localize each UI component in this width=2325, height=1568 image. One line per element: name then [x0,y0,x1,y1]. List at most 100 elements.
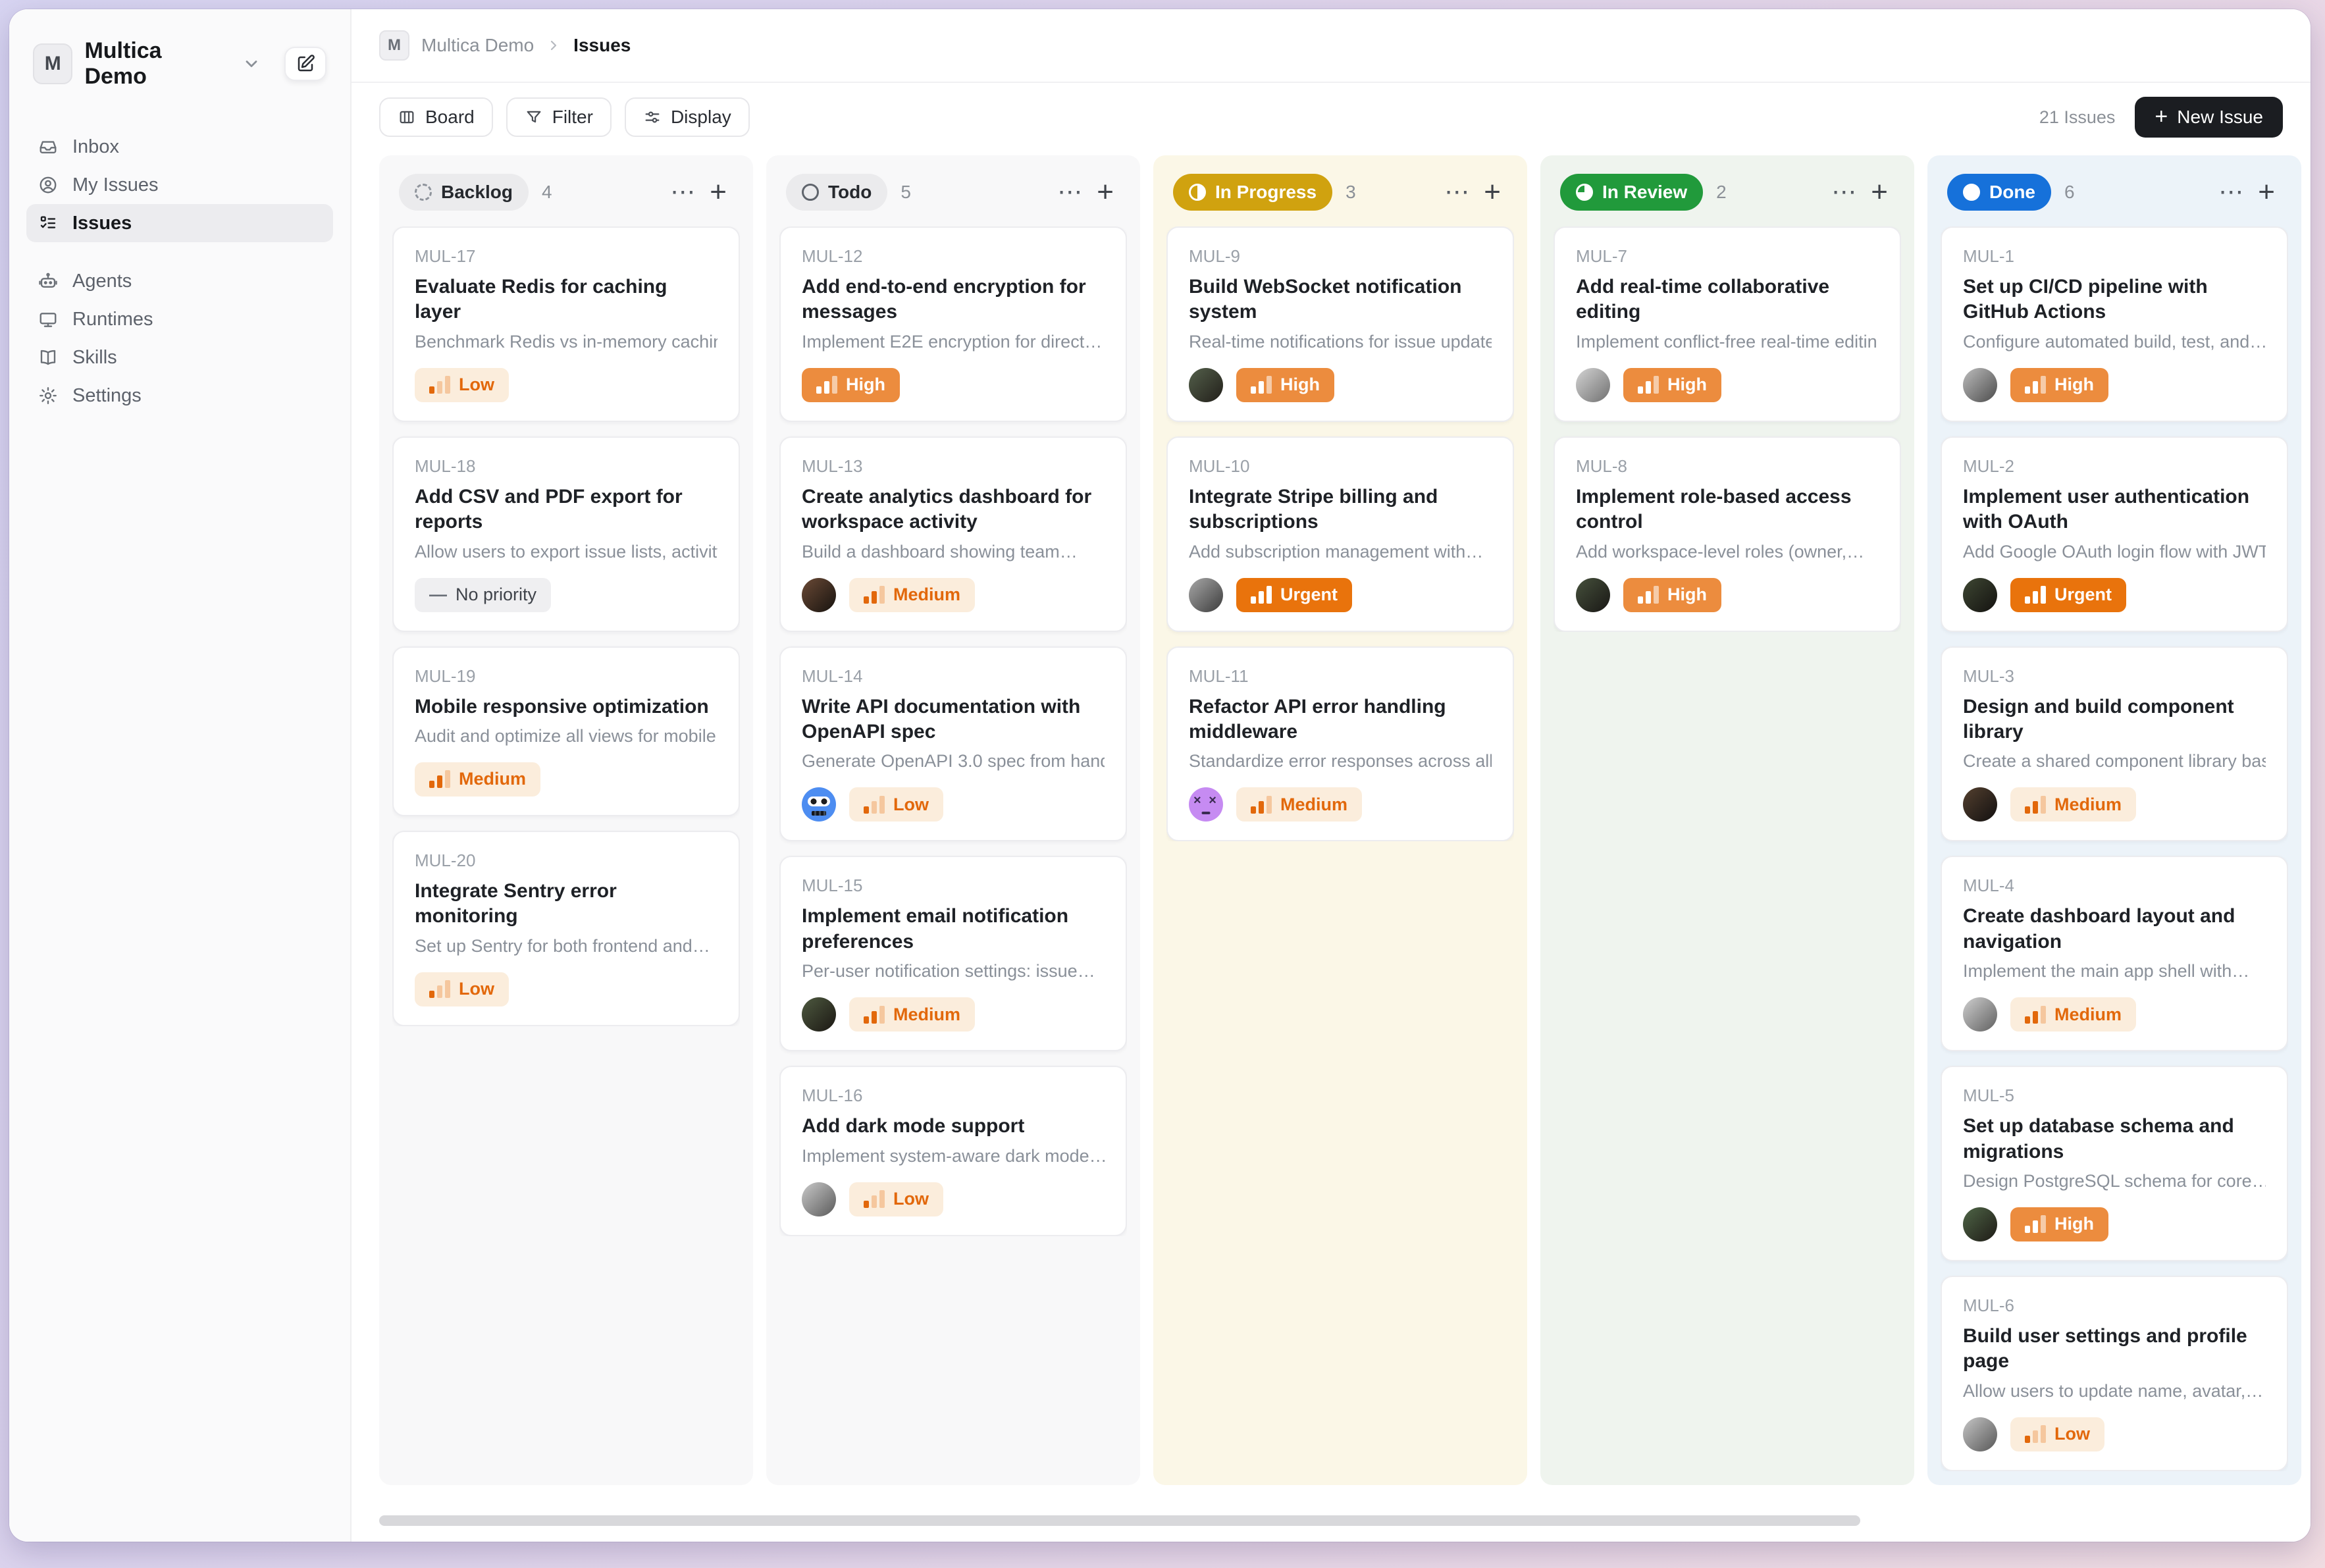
sidebar-item-issues[interactable]: Issues [26,204,333,242]
column-add-button[interactable]: + [1090,178,1120,207]
filter-button[interactable]: Filter [506,97,612,137]
column-add-button[interactable]: + [1864,178,1894,207]
issue-title: Implement user authentication with OAuth [1963,484,2266,535]
priority-badge: — Medium [2010,997,2136,1032]
issue-card[interactable]: MUL-2 Implement user authentication with… [1941,436,2288,632]
issue-card[interactable]: MUL-3 Design and build component library… [1941,646,2288,842]
priority-badge: — Medium [849,578,975,612]
priority-label: Low [2054,1424,2090,1444]
issue-meta: — Low [415,368,718,402]
column-header: In Progress 3 ⋯ + [1166,169,1514,226]
inbox-icon [38,137,58,157]
filter-label: Filter [552,107,593,128]
issue-card[interactable]: MUL-18 Add CSV and PDF export for report… [392,436,740,632]
status-icon [1963,184,1980,201]
issue-title: Integrate Sentry error monitoring [415,879,718,929]
issue-card[interactable]: MUL-7 Add real-time collaborative editin… [1554,226,1901,422]
issue-key: MUL-2 [1963,456,2266,477]
sidebar-item-inbox[interactable]: Inbox [26,128,333,166]
column-more-button[interactable]: ⋯ [2212,180,2251,205]
workspace-name: Multica Demo [84,38,226,90]
issue-description: Create a shared component library base… [1963,751,2266,771]
assignee-avatar [1963,787,1997,822]
issue-card[interactable]: MUL-5 Set up database schema and migrati… [1941,1066,2288,1261]
issue-card[interactable]: MUL-20 Integrate Sentry error monitoring… [392,831,740,1026]
priority-badge: — High [1623,578,1721,612]
issue-meta: — Medium [1963,997,2266,1032]
priority-badge: — High [802,368,900,402]
issue-meta: — Medium [415,762,718,797]
priority-label: No priority [456,585,536,605]
issue-description: Standardize error responses across all… [1189,751,1492,771]
issue-card[interactable]: MUL-14 Write API documentation with Open… [779,646,1127,842]
breadcrumb-workspace[interactable]: Multica Demo [421,35,534,56]
issue-key: MUL-20 [415,850,718,871]
issue-card[interactable]: MUL-1 Set up CI/CD pipeline with GitHub … [1941,226,2288,422]
assignee-avatar [1576,368,1610,402]
issue-key: MUL-17 [415,246,718,267]
chevron-down-icon [242,55,261,73]
sidebar-item-agents[interactable]: Agents [26,262,333,300]
issue-card[interactable]: MUL-12 Add end-to-end encryption for mes… [779,226,1127,422]
sidebar-group-divider [26,242,333,262]
column-more-button[interactable]: ⋯ [664,180,703,205]
issue-key: MUL-12 [802,246,1105,267]
workspace-switcher[interactable]: M Multica Demo [26,34,333,93]
assignee-avatar [802,997,836,1032]
issue-card[interactable]: MUL-17 Evaluate Redis for caching layer … [392,226,740,422]
breadcrumb: M Multica Demo Issues [352,9,2311,83]
column-title: Todo [828,182,872,203]
sidebar-item-my-issues[interactable]: My Issues [26,166,333,204]
priority-label: High [846,375,885,395]
sidebar-item-settings[interactable]: Settings [26,377,333,415]
issue-card[interactable]: MUL-11 Refactor API error handling middl… [1166,646,1514,842]
column-add-button[interactable]: + [703,178,733,207]
assignee-avatar [1189,787,1223,822]
issue-card[interactable]: MUL-10 Integrate Stripe billing and subs… [1166,436,1514,632]
new-issue-label: New Issue [2177,107,2263,128]
issue-title: Build WebSocket notification system [1189,274,1492,325]
issue-card[interactable]: MUL-6 Build user settings and profile pa… [1941,1276,2288,1471]
sidebar: M Multica Demo Inbox [9,9,352,1542]
priority-badge: — Medium [849,997,975,1032]
horizontal-scrollbar[interactable] [379,1515,1860,1526]
issue-description: Add subscription management with… [1189,542,1492,562]
issue-card[interactable]: MUL-19 Mobile responsive optimization Au… [392,646,740,816]
column-title: In Progress [1215,182,1317,203]
priority-label: Medium [2054,1005,2122,1025]
issue-key: MUL-5 [1963,1085,2266,1106]
sidebar-item-label: Runtimes [72,309,153,330]
board-column: Todo 5 ⋯ + MUL-12 Add end-to-end encrypt… [766,155,1140,1485]
column-header: Done 6 ⋯ + [1941,169,2288,226]
issue-card[interactable]: MUL-15 Implement email notification pref… [779,856,1127,1051]
priority-icon [1638,586,1659,604]
priority-icon [2025,796,2046,814]
priority-label: Medium [459,769,526,789]
column-more-button[interactable]: ⋯ [1051,180,1090,205]
new-issue-button[interactable]: + New Issue [2135,97,2283,138]
book-icon [38,348,58,367]
issue-title: Design and build component library [1963,694,2266,745]
priority-icon [429,376,450,394]
issue-description: Allow users to update name, avatar,… [1963,1381,2266,1401]
assignee-avatar [802,578,836,612]
display-button[interactable]: Display [625,97,750,137]
issue-card[interactable]: MUL-13 Create analytics dashboard for wo… [779,436,1127,632]
sidebar-item-skills[interactable]: Skills [26,338,333,377]
gear-icon [38,386,58,405]
plus-icon: + [2155,105,2168,128]
column-add-button[interactable]: + [1477,178,1507,207]
column-more-button[interactable]: ⋯ [1825,180,1864,205]
column-cards: MUL-7 Add real-time collaborative editin… [1554,226,1901,632]
column-more-button[interactable]: ⋯ [1438,180,1477,205]
monitor-icon [38,309,58,329]
issue-card[interactable]: MUL-4 Create dashboard layout and naviga… [1941,856,2288,1051]
issue-card[interactable]: MUL-9 Build WebSocket notification syste… [1166,226,1514,422]
issue-card[interactable]: MUL-8 Implement role-based access contro… [1554,436,1901,632]
sidebar-item-runtimes[interactable]: Runtimes [26,300,333,338]
issue-card[interactable]: MUL-16 Add dark mode support Implement s… [779,1066,1127,1236]
board-view-button[interactable]: Board [379,97,493,137]
compose-button[interactable] [284,47,327,81]
column-add-button[interactable]: + [2251,178,2282,207]
priority-label: Urgent [2054,585,2112,605]
